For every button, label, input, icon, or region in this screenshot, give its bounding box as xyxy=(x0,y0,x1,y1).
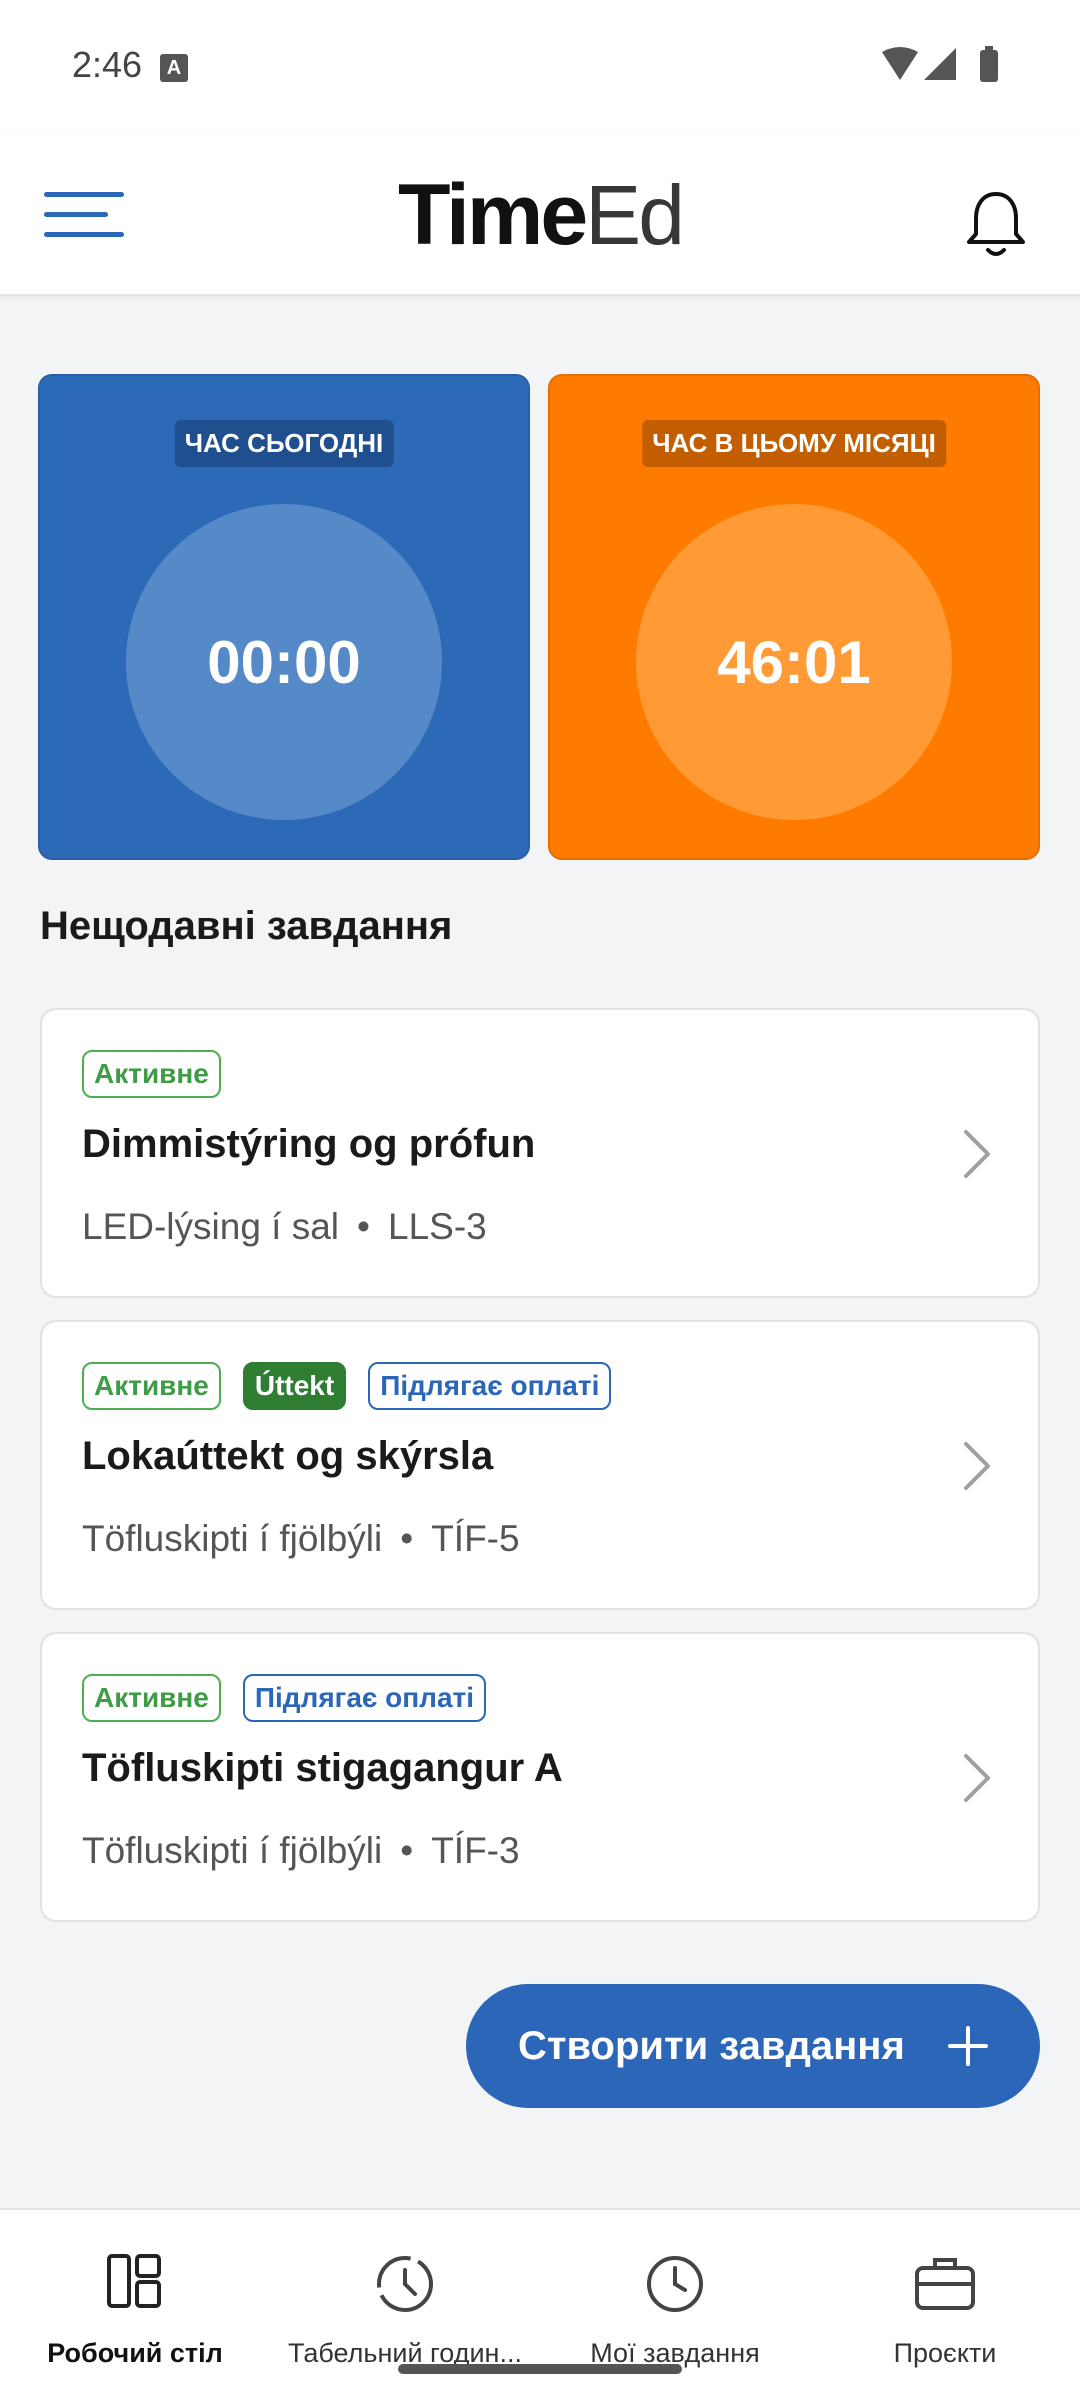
task-code: TÍF-5 xyxy=(431,1518,520,1559)
task-title: Töfluskipti stigagangur A xyxy=(82,1746,563,1790)
chevron-right-icon xyxy=(964,1442,990,1490)
nav-item-projects[interactable]: Проєкти xyxy=(810,2210,1080,2400)
task-card[interactable]: Активне Úttekt Підлягає оплаті Lokaúttek… xyxy=(40,1320,1040,1610)
menu-icon-line xyxy=(44,232,124,237)
task-subtitle: Töfluskipti í fjölbýli • TÍF-3 xyxy=(82,1830,520,1872)
app-bar: TimeEd xyxy=(0,132,1080,296)
time-month-tile[interactable]: ЧАС В ЦЬОМУ МІСЯЦІ 46:01 xyxy=(548,374,1040,860)
status-badge-billable: Підлягає оплаті xyxy=(242,1674,487,1722)
notification-icon: A xyxy=(160,54,188,82)
task-subtitle: LED-lýsing í sal • LLS-3 xyxy=(82,1206,487,1248)
time-month-value: 46:01 xyxy=(636,504,952,820)
clock-icon xyxy=(647,2256,703,2312)
home-indicator xyxy=(398,2364,682,2374)
menu-button[interactable] xyxy=(44,192,124,252)
plus-icon xyxy=(948,2026,988,2066)
signal-icon xyxy=(924,48,956,80)
timesheet-icon xyxy=(377,2256,433,2312)
status-bar: 2:46 A xyxy=(0,0,1080,132)
status-icons xyxy=(882,46,998,82)
task-title: Lokaúttekt og skýrsla xyxy=(82,1434,494,1478)
wifi-icon xyxy=(882,47,918,80)
battery-icon xyxy=(980,50,998,82)
status-time: 2:46 xyxy=(72,44,143,85)
status-badge-billable: Підлягає оплаті xyxy=(368,1362,612,1410)
task-code: LLS-3 xyxy=(388,1206,487,1247)
nav-label: Проєкти xyxy=(893,2338,997,2368)
separator-dot: • xyxy=(400,1830,414,1871)
create-task-label: Створити завдання xyxy=(518,2023,905,2068)
nav-item-dashboard[interactable]: Робочий стіл xyxy=(0,2210,270,2400)
status-badge-active: Активне xyxy=(82,1674,221,1722)
chevron-right-icon xyxy=(964,1130,990,1178)
create-task-button[interactable]: Створити завдання xyxy=(466,1984,1040,2108)
menu-icon-line xyxy=(44,212,108,217)
status-badge-uttekt: Úttekt xyxy=(242,1362,347,1410)
app-logo: TimeEd xyxy=(398,160,685,270)
task-card[interactable]: Активне Підлягає оплаті Töfluskipti stig… xyxy=(40,1632,1040,1922)
bell-icon[interactable] xyxy=(964,188,1028,260)
badge-row: Активне Підлягає оплаті xyxy=(82,1674,487,1722)
task-title: Dimmistýring og prófun xyxy=(82,1122,536,1166)
task-project: Töfluskipti í fjölbýli xyxy=(82,1518,383,1559)
status-badge-active: Активне xyxy=(82,1050,221,1098)
badge-row: Активне xyxy=(82,1050,221,1098)
task-card[interactable]: Активне Dimmistýring og prófun LED-lýsin… xyxy=(40,1008,1040,1298)
time-today-value: 00:00 xyxy=(126,504,442,820)
task-subtitle: Töfluskipti í fjölbýli • TÍF-5 xyxy=(82,1518,520,1560)
briefcase-icon xyxy=(915,2258,975,2310)
time-month-label: ЧАС В ЦЬОМУ МІСЯЦІ xyxy=(642,420,946,467)
status-badge-active: Активне xyxy=(82,1362,221,1410)
task-project: LED-lýsing í sal xyxy=(82,1206,340,1247)
separator-dot: • xyxy=(400,1518,414,1559)
recent-tasks-title: Нещодавні завдання xyxy=(40,904,453,948)
menu-icon-line xyxy=(44,192,124,197)
time-today-label: ЧАС СЬОГОДНІ xyxy=(174,420,394,467)
badge-row: Активне Úttekt Підлягає оплаті xyxy=(82,1362,612,1410)
separator-dot: • xyxy=(357,1206,370,1247)
chevron-right-icon xyxy=(964,1754,990,1802)
nav-label: Робочий стіл xyxy=(47,2338,223,2368)
task-project: Töfluskipti í fjölbýli xyxy=(82,1830,383,1871)
logo-thin: Ed xyxy=(585,168,685,262)
logo-bold: Time xyxy=(398,167,588,263)
dashboard-icon xyxy=(107,2254,161,2308)
time-today-tile[interactable]: ЧАС СЬОГОДНІ 00:00 xyxy=(38,374,530,860)
task-code: TÍF-3 xyxy=(431,1830,520,1871)
